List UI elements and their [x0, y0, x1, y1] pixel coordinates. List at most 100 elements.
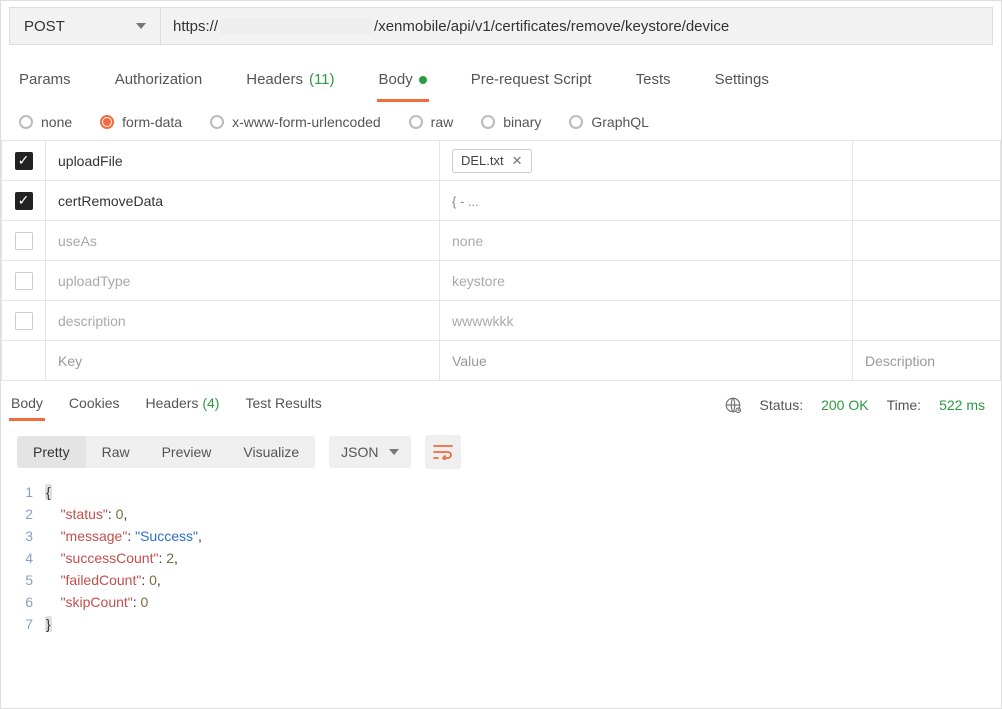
row-checkbox[interactable]: ✓	[15, 192, 33, 210]
view-raw-button[interactable]: Raw	[86, 436, 146, 468]
table-row: ✓ certRemoveData { - ...	[2, 181, 1001, 221]
line-number: 1	[1, 481, 45, 503]
code-line: "skipCount": 0	[45, 591, 148, 613]
table-row: ✓ uploadFile DEL.txt ✕	[2, 141, 1001, 181]
request-tabs: Params Authorization Headers (11) Body P…	[1, 53, 1001, 102]
radio-raw[interactable]: raw	[409, 114, 454, 130]
row-checkbox[interactable]: ✓	[15, 152, 33, 170]
radio-none[interactable]: none	[19, 114, 72, 130]
tab-label: Headers	[146, 395, 199, 411]
row-key[interactable]: useAs	[58, 233, 97, 249]
response-tabs: Body Cookies Headers (4) Test Results	[5, 389, 324, 421]
format-dropdown[interactable]: JSON	[329, 436, 410, 468]
view-mode-segment: Pretty Raw Preview Visualize	[17, 436, 315, 468]
tab-label: Cookies	[69, 395, 120, 411]
tab-label: Settings	[715, 71, 769, 88]
tab-headers[interactable]: Headers (11)	[244, 63, 336, 102]
tab-settings[interactable]: Settings	[713, 63, 771, 102]
format-value: JSON	[341, 444, 378, 460]
row-checkbox[interactable]: ✓	[15, 272, 33, 290]
tab-authorization[interactable]: Authorization	[113, 63, 205, 102]
response-code-viewer[interactable]: 1{ 2 "status": 0, 3 "message": "Success"…	[1, 475, 1001, 635]
row-checkbox[interactable]: ✓	[15, 312, 33, 330]
tab-label: Headers	[246, 71, 303, 88]
key-placeholder[interactable]: Key	[58, 353, 82, 369]
code-line: {	[45, 481, 52, 503]
tab-label: Authorization	[115, 71, 203, 88]
table-row: ✓ uploadType keystore	[2, 261, 1001, 301]
wrap-lines-button[interactable]	[425, 435, 461, 469]
close-icon[interactable]: ✕	[512, 153, 523, 169]
row-key[interactable]: uploadType	[58, 273, 130, 289]
code-line: "successCount": 2,	[45, 547, 178, 569]
tab-count: (4)	[202, 395, 219, 411]
view-pretty-button[interactable]: Pretty	[17, 436, 86, 468]
tab-label: Params	[19, 71, 71, 88]
globe-icon[interactable]	[724, 396, 742, 414]
body-type-radio-group: none form-data x-www-form-urlencoded raw…	[1, 102, 1001, 140]
time-label: Time:	[887, 397, 921, 413]
line-number: 3	[1, 525, 45, 547]
row-key[interactable]: description	[58, 313, 126, 329]
http-method-dropdown[interactable]: POST	[9, 7, 161, 45]
code-line: "failedCount": 0,	[45, 569, 161, 591]
radio-icon	[19, 115, 33, 129]
line-number: 2	[1, 503, 45, 525]
code-line: "status": 0,	[45, 503, 127, 525]
btn-label: Raw	[102, 444, 130, 460]
tab-label: Test Results	[245, 395, 321, 411]
radio-icon	[409, 115, 423, 129]
radio-label: raw	[431, 114, 454, 130]
radio-binary[interactable]: binary	[481, 114, 541, 130]
chevron-down-icon	[389, 449, 399, 455]
form-data-table: ✓ uploadFile DEL.txt ✕ ✓ certRemoveData …	[1, 140, 1001, 381]
http-method-value: POST	[24, 18, 65, 35]
tab-body[interactable]: Body	[377, 63, 429, 102]
radio-graphql[interactable]: GraphQL	[569, 114, 649, 130]
tab-label: Pre-request Script	[471, 71, 592, 88]
url-input[interactable]: https:// /xenmobile/api/v1/certificates/…	[161, 7, 993, 45]
code-line: }	[45, 613, 52, 635]
radio-icon	[481, 115, 495, 129]
radio-x-www-form-urlencoded[interactable]: x-www-form-urlencoded	[210, 114, 381, 130]
table-row: ✓ description wwwwkkk	[2, 301, 1001, 341]
description-placeholder[interactable]: Description	[865, 353, 935, 369]
row-value[interactable]: none	[452, 233, 483, 249]
response-tab-test-results[interactable]: Test Results	[243, 389, 323, 421]
view-visualize-button[interactable]: Visualize	[227, 436, 315, 468]
table-placeholder-row: Key Value Description	[2, 341, 1001, 381]
chevron-down-icon	[136, 23, 146, 29]
redacted-host	[220, 18, 372, 34]
row-key[interactable]: uploadFile	[58, 153, 123, 169]
radio-icon	[100, 115, 114, 129]
tab-tests[interactable]: Tests	[634, 63, 673, 102]
tab-params[interactable]: Params	[17, 63, 73, 102]
line-number: 4	[1, 547, 45, 569]
table-row: ✓ useAs none	[2, 221, 1001, 261]
row-value[interactable]: keystore	[452, 273, 505, 289]
response-tab-headers[interactable]: Headers (4)	[144, 389, 222, 421]
tab-label: Tests	[636, 71, 671, 88]
value-placeholder[interactable]: Value	[452, 353, 487, 369]
radio-icon	[569, 115, 583, 129]
url-prefix: https://	[173, 18, 218, 35]
row-value[interactable]: wwwwkkk	[452, 313, 513, 329]
response-tab-body[interactable]: Body	[9, 389, 45, 421]
radio-label: GraphQL	[591, 114, 649, 130]
status-value: 200 OK	[821, 397, 868, 413]
wrap-icon	[433, 444, 453, 460]
row-key[interactable]: certRemoveData	[58, 193, 163, 209]
viewer-toolbar: Pretty Raw Preview Visualize JSON	[1, 425, 1001, 475]
radio-label: none	[41, 114, 72, 130]
tab-label: Body	[11, 395, 43, 411]
tab-prerequest[interactable]: Pre-request Script	[469, 63, 594, 102]
row-checkbox[interactable]: ✓	[15, 232, 33, 250]
radio-form-data[interactable]: form-data	[100, 114, 182, 130]
file-chip[interactable]: DEL.txt ✕	[452, 149, 532, 173]
row-value[interactable]: { - ...	[452, 194, 479, 209]
response-tab-cookies[interactable]: Cookies	[67, 389, 122, 421]
radio-label: form-data	[122, 114, 182, 130]
response-bar: Body Cookies Headers (4) Test Results St…	[1, 381, 1001, 425]
tab-count: (11)	[309, 71, 335, 88]
view-preview-button[interactable]: Preview	[146, 436, 228, 468]
